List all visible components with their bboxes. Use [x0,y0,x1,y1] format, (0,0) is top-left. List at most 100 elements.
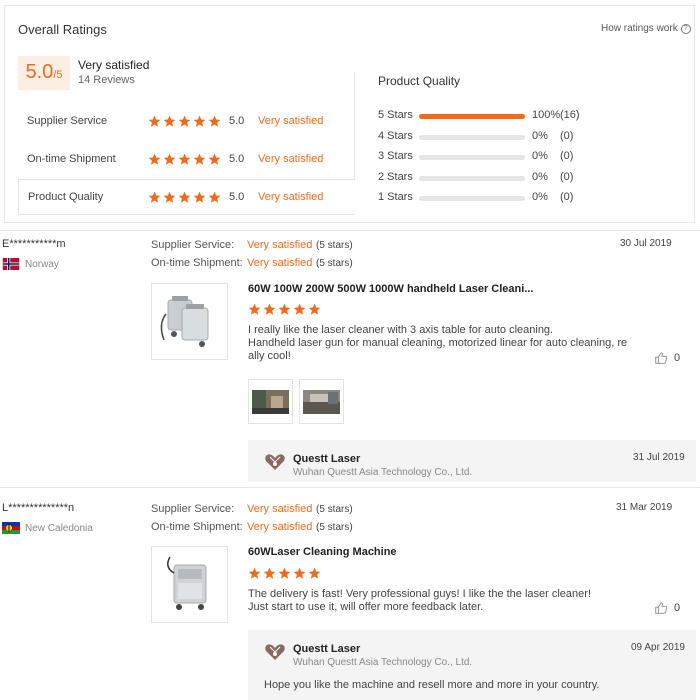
supplier-value: Very satisfied [247,503,313,515]
shipment-stars: (5 stars) [316,258,353,269]
like-button[interactable]: 0 [654,351,680,365]
star-icon [193,191,206,204]
star-icon [148,115,161,128]
how-ratings-work-link[interactable]: How ratings work ? [601,23,691,34]
thumbs-up-icon [654,601,668,615]
review-text: The delivery is fast! Very professional … [248,588,591,614]
star-icon [208,153,221,166]
review-text-line: ally cool! [248,350,291,362]
seller-reply: Questt Laser Wuhan Questt Asia Technolog… [248,440,696,482]
five-star-rating [148,115,221,128]
reply-date: 09 Apr 2019 [631,642,685,653]
breakdown-label: 5 Stars [378,109,413,121]
laser-cleaner-image [160,296,209,347]
category-value: 5.0 [229,115,245,127]
review-text-line: I really like the laser cleaner with 3 a… [248,324,554,336]
five-star-rating [148,191,221,204]
product-thumbnail[interactable] [151,546,228,623]
panel-divider [354,72,355,180]
supplier-stars: (5 stars) [316,504,353,515]
shipment-label: On-time Shipment: [151,257,243,269]
star-icon [148,153,161,166]
category-label: Product Quality [28,191,104,203]
review-text-line: The delivery is fast! Very professional … [248,588,591,600]
category-text: Very satisfied [258,153,324,165]
laser-cleaning-machine-image [167,556,207,610]
supplier-label: Supplier Service: [151,239,235,251]
star-icon [248,567,261,580]
category-label: Supplier Service [27,115,108,127]
breakdown-bar-fill [419,114,525,119]
star-icon [278,567,291,580]
reviewer-country: New Caledonia [2,522,93,534]
supplier-stars: (5 stars) [316,240,353,251]
category-row-on-time-shipment[interactable]: On-time Shipment 5.0 Very satisfied [18,142,354,175]
star-icon [293,567,306,580]
reply-company-full: Wuhan Questt Asia Technology Co., Ltd. [293,657,473,668]
category-row-supplier-service[interactable]: Supplier Service 5.0 Very satisfied [18,104,354,137]
supplier-label: Supplier Service: [151,503,235,515]
star-icon [178,153,191,166]
overall-title: Overall Ratings [18,22,107,37]
breakdown-label: 2 Stars [378,171,413,183]
overall-score-of: /5 [53,69,63,81]
star-icon [263,303,276,316]
shipment-value: Very satisfied [247,521,313,533]
breakdown-count: (0) [560,150,574,162]
breakdown-count: (0) [560,171,574,183]
questt-logo-icon [264,642,286,665]
reply-date: 31 Jul 2019 [633,452,685,463]
breakdown-percent: 0% [532,191,548,203]
breakdown-bar [419,114,525,119]
help-circle-icon: ? [680,23,691,34]
breakdown-row-4: 4 Stars 0% (0) [378,130,598,144]
breakdown-count: (0) [560,191,574,203]
overall-ratings-card: Overall Ratings How ratings work ? 5.0 /… [4,5,695,223]
reply-text: Hope you like the machine and resell mor… [264,679,600,691]
review-date: 30 Jul 2019 [620,238,672,249]
like-button[interactable]: 0 [654,601,680,615]
review-text-line: Handheld laser gun for manual cleaning, … [248,337,628,349]
star-icon [208,115,221,128]
five-star-rating [148,153,221,166]
breakdown-bar [419,176,525,181]
review-text-line: Just start to use it, will offer more fe… [248,601,484,613]
breakdown-row-5: 5 Stars 100% (16) [378,109,598,123]
product-title[interactable]: 60WLaser Cleaning Machine [248,546,397,558]
questt-logo-icon [264,452,286,475]
overall-summary: Very satisfied [78,58,150,72]
star-icon [148,191,161,204]
reviewer-country: Norway [2,258,59,270]
star-icon [163,191,176,204]
country-name: Norway [25,258,59,270]
breakdown-bar [419,155,525,160]
section-divider [0,230,700,231]
review-photo[interactable] [248,379,293,424]
review-photo-image [303,390,340,414]
review-date: 31 Mar 2019 [616,502,673,513]
product-title[interactable]: 60W 100W 200W 500W 1000W handheld Laser … [248,283,534,295]
section-divider [0,487,700,488]
breakdown-row-3: 3 Stars 0% (0) [378,150,598,164]
reviews-count: 14 Reviews [78,74,135,86]
star-icon [163,153,176,166]
shipment-value: Very satisfied [247,257,313,269]
review-text: I really like the laser cleaner with 3 a… [248,324,627,363]
breakdown-label: 1 Stars [378,191,413,203]
star-icon [178,191,191,204]
breakdown-row-2: 2 Stars 0% (0) [378,171,598,185]
product-thumbnail[interactable] [151,283,228,360]
overall-score: 5.0 [25,61,54,83]
breakdown-count: (0) [560,130,574,142]
star-icon [178,115,191,128]
review-photo[interactable] [299,379,344,424]
star-icon [308,567,321,580]
star-icon [308,303,321,316]
like-count: 0 [674,602,681,614]
product-rating [248,567,321,580]
new-caledonia-flag-icon [2,522,20,534]
overall-score-badge: 5.0 /5 [18,56,70,90]
category-row-product-quality[interactable]: Product Quality 5.0 Very satisfied [18,179,355,215]
breakdown-percent: 0% [532,130,548,142]
star-icon [163,115,176,128]
